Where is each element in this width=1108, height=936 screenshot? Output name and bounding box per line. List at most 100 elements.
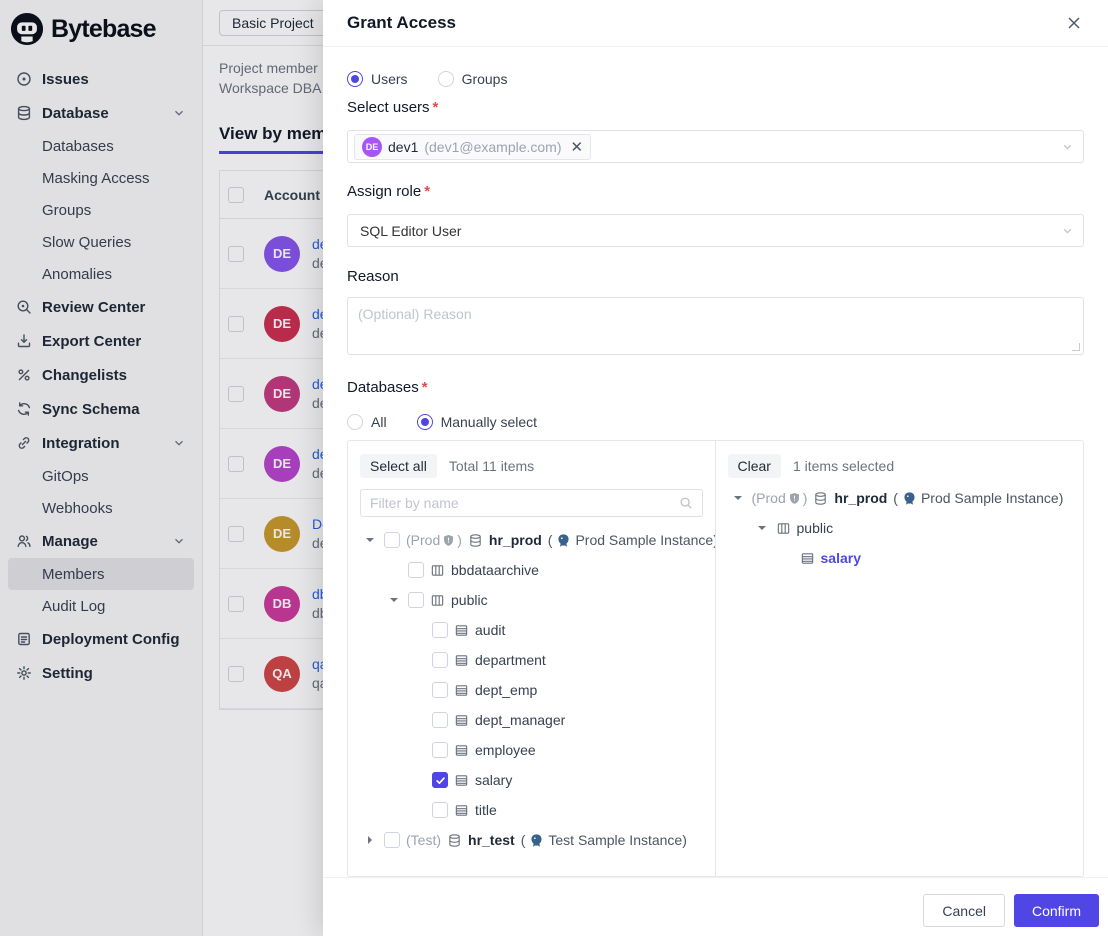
shield-icon (788, 492, 801, 505)
caret-down-icon[interactable] (730, 493, 746, 503)
select-all-button[interactable]: Select all (360, 454, 437, 478)
checkbox[interactable] (432, 802, 448, 818)
checkbox[interactable] (432, 682, 448, 698)
radio-button[interactable] (347, 414, 363, 430)
clear-button[interactable]: Clear (728, 454, 781, 478)
table-icon (454, 773, 469, 788)
postgres-icon (902, 491, 917, 506)
tree-item-name: department (475, 652, 546, 668)
radio-button[interactable] (347, 71, 363, 87)
tree-item-public[interactable]: public (360, 585, 703, 615)
close-icon[interactable] (1064, 13, 1084, 33)
table-icon (454, 743, 469, 758)
databases-label: Databases* (347, 379, 1084, 399)
radio-label: All (371, 414, 387, 430)
modal-body: Users Groups Select users* DE dev1 (dev1@… (323, 47, 1108, 877)
picker-source-pane: Select all Total 11 items Filter by name… (348, 441, 716, 876)
select-users-label: Select users* (347, 99, 1084, 119)
tree-item-audit[interactable]: audit (360, 615, 703, 645)
tree-item-salary[interactable]: salary (360, 765, 703, 795)
assign-role-select[interactable]: SQL Editor User (347, 214, 1084, 247)
tree-item-salary[interactable]: salary (728, 543, 1072, 573)
tree-item-name: hr_prod (489, 532, 542, 548)
select-users-input[interactable]: DE dev1 (dev1@example.com) ✕ (347, 130, 1084, 163)
chevron-down-icon (1061, 224, 1074, 237)
radio-all[interactable]: All (347, 414, 387, 430)
assign-role-label: Assign role* (347, 183, 1084, 203)
modal-title: Grant Access (347, 13, 1064, 33)
tree-item-department[interactable]: department (360, 645, 703, 675)
tree-item-dept-manager[interactable]: dept_manager (360, 705, 703, 735)
tree-item-name: bbdataarchive (451, 562, 539, 578)
search-icon (679, 496, 693, 510)
shield-icon (442, 534, 455, 547)
checkbox[interactable] (408, 592, 424, 608)
table-icon (454, 803, 469, 818)
tree-item-public[interactable]: public (728, 513, 1072, 543)
checkbox[interactable] (432, 712, 448, 728)
environment-label: (Prod) (406, 532, 462, 548)
table-icon (800, 551, 815, 566)
picker-selected-pane: Clear 1 items selected (Prod)hr_prod(Pro… (716, 441, 1084, 876)
selected-count: 1 items selected (793, 458, 894, 474)
caret-right-icon[interactable] (362, 835, 378, 845)
tree-item-name: public (451, 592, 488, 608)
scope-radio-group: All Manually select (347, 412, 1084, 432)
filter-placeholder: Filter by name (370, 495, 459, 511)
checkbox[interactable] (408, 562, 424, 578)
avatar: DE (362, 137, 382, 157)
tree-item-hr-prod[interactable]: (Prod)hr_prod(Prod Sample Instance) (728, 483, 1072, 513)
remove-user-icon[interactable]: ✕ (571, 138, 584, 156)
tree-database-icon (447, 833, 462, 848)
checkbox[interactable] (384, 832, 400, 848)
radio-label: Manually select (441, 414, 538, 430)
radio-button[interactable] (438, 71, 454, 87)
checkbox[interactable] (432, 622, 448, 638)
tree-item-hr-prod[interactable]: (Prod)hr_prod(Prod Sample Instance) (360, 525, 703, 555)
user-name: dev1 (388, 139, 418, 155)
schema-icon (430, 563, 445, 578)
caret-down-icon[interactable] (754, 523, 770, 533)
table-icon (454, 653, 469, 668)
source-tree: (Prod)hr_prod(Prod Sample Instance)bbdat… (360, 525, 703, 855)
cancel-button[interactable]: Cancel (923, 894, 1005, 927)
radio-users[interactable]: Users (347, 71, 408, 87)
radio-label: Groups (462, 71, 508, 87)
reason-textarea[interactable]: (Optional) Reason (347, 297, 1084, 355)
caret-down-icon[interactable] (386, 595, 402, 605)
tree-item-name: employee (475, 742, 536, 758)
tree-item-title[interactable]: title (360, 795, 703, 825)
confirm-button[interactable]: Confirm (1014, 894, 1099, 927)
app-window: Bytebase IssuesDatabaseDatabasesMasking … (0, 0, 1108, 936)
instance-label: (Test Sample Instance) (521, 832, 687, 848)
database-picker: Select all Total 11 items Filter by name… (347, 440, 1084, 877)
postgres-icon (529, 833, 544, 848)
tree-item-bbdataarchive[interactable]: bbdataarchive (360, 555, 703, 585)
tree-item-name: public (797, 520, 834, 536)
tree-item-name: salary (821, 550, 861, 566)
radio-groups[interactable]: Groups (438, 71, 508, 87)
grant-access-modal: Grant Access Users Groups Select users* D… (323, 0, 1108, 936)
caret-down-icon[interactable] (362, 535, 378, 545)
table-icon (454, 713, 469, 728)
radio-manually-select[interactable]: Manually select (417, 414, 538, 430)
schema-icon (776, 521, 791, 536)
tree-item-hr-test[interactable]: (Test)hr_test(Test Sample Instance) (360, 825, 703, 855)
filter-input[interactable]: Filter by name (360, 489, 703, 517)
tree-item-name: dept_manager (475, 712, 565, 728)
chevron-down-icon (1061, 140, 1074, 153)
environment-label: (Prod) (752, 490, 808, 506)
tree-item-name: hr_prod (834, 490, 887, 506)
checkbox[interactable] (432, 742, 448, 758)
checkbox[interactable] (384, 532, 400, 548)
tree-item-name: audit (475, 622, 505, 638)
selected-user-tag: DE dev1 (dev1@example.com) ✕ (354, 134, 591, 160)
checkbox[interactable] (432, 772, 448, 788)
tree-item-name: title (475, 802, 497, 818)
tree-item-employee[interactable]: employee (360, 735, 703, 765)
assign-role-value: SQL Editor User (354, 223, 461, 239)
tree-item-dept-emp[interactable]: dept_emp (360, 675, 703, 705)
radio-button[interactable] (417, 414, 433, 430)
selected-tree: (Prod)hr_prod(Prod Sample Instance)publi… (728, 483, 1072, 573)
checkbox[interactable] (432, 652, 448, 668)
